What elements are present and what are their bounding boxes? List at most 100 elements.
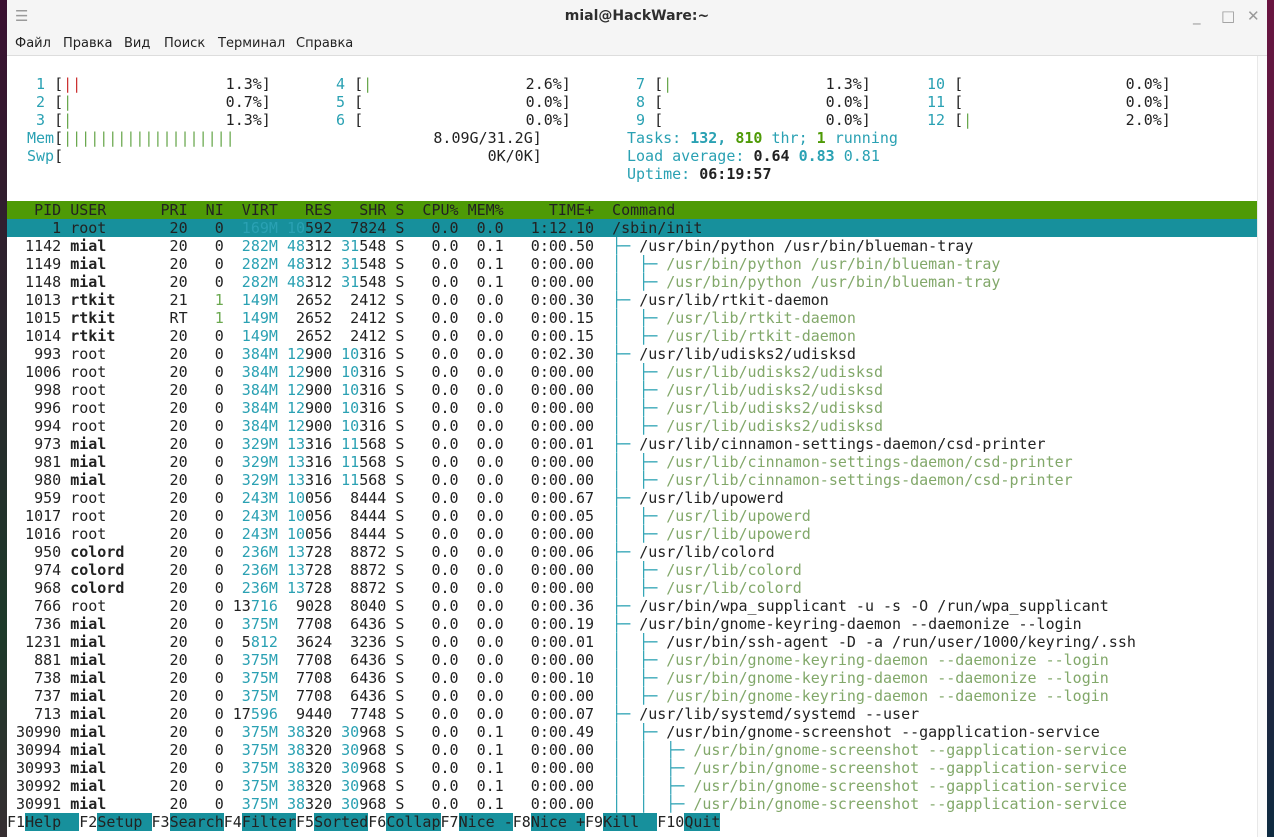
fkey-f3[interactable]: F3	[151, 813, 170, 831]
pid: 1014	[7, 327, 71, 345]
cpu-percent: 1.3%]	[81, 75, 271, 93]
cpu-meter: 1 [|| 1.3%]	[27, 75, 271, 93]
process-row[interactable]: 881 mial 20 0 375M 7708 6436 S 0.0 0.0 0…	[7, 651, 1109, 669]
fkey-label-f1[interactable]: Help	[25, 813, 80, 831]
time: 0:00.00	[503, 273, 604, 291]
process-row[interactable]: 993 root 20 0 384M 12900 10316 S 0.0 0.0…	[7, 345, 856, 363]
shr-tail: 968	[359, 741, 387, 759]
process-row[interactable]: 737 mial 20 0 375M 7708 6436 S 0.0 0.0 0…	[7, 687, 1109, 705]
fkey-label-f4[interactable]: Filter	[241, 813, 296, 831]
load-5min: 0.83	[798, 147, 844, 165]
pid: 736	[7, 615, 71, 633]
maximize-icon[interactable]: □	[1221, 6, 1235, 26]
priority: 20	[151, 777, 188, 795]
process-row[interactable]: 998 root 20 0 384M 12900 10316 S 0.0 0.0…	[7, 381, 883, 399]
process-row[interactable]: 973 mial 20 0 329M 13316 11568 S 0.0 0.0…	[7, 435, 1046, 453]
process-row[interactable]: 1014 rtkit 20 0 149M 2652 2412 S 0.0 0.0…	[7, 327, 856, 345]
process-row[interactable]: 950 colord 20 0 236M 13728 8872 S 0.0 0.…	[7, 543, 775, 561]
column-header[interactable]: PID USER PRI NI VIRT RES SHR S CPU% MEM%…	[7, 201, 675, 219]
menu-help[interactable]: Справка	[296, 36, 353, 51]
scrollbar[interactable]	[1257, 56, 1267, 837]
process-row[interactable]: 1 root 20 0 169M 10592 7824 S 0.0 0.0 1:…	[7, 219, 702, 237]
fkey-f7[interactable]: F7	[440, 813, 459, 831]
time: 0:00.00	[503, 453, 604, 471]
fkey-f10[interactable]: F10	[657, 813, 685, 831]
time: 0:00.00	[503, 741, 604, 759]
fkey-f2[interactable]: F2	[79, 813, 98, 831]
process-row[interactable]: 1017 root 20 0 243M 10056 8444 S 0.0 0.0…	[7, 507, 811, 525]
nice: 0	[187, 705, 224, 723]
fkey-f1[interactable]: F1	[7, 813, 26, 831]
process-row[interactable]: 1148 mial 20 0 282M 48312 31548 S 0.0 0.…	[7, 273, 1000, 291]
process-row[interactable]: 30992 mial 20 0 375M 38320 30968 S 0.0 0…	[7, 777, 1127, 795]
fkey-f6[interactable]: F6	[368, 813, 387, 831]
fkey-f9[interactable]: F9	[585, 813, 604, 831]
title-bar[interactable]: ☰ mial@HackWare:~ _ □ ✕	[7, 0, 1267, 33]
process-row[interactable]: 968 colord 20 0 236M 13728 8872 S 0.0 0.…	[7, 579, 802, 597]
process-row[interactable]: 959 root 20 0 243M 10056 8444 S 0.0 0.0 …	[7, 489, 784, 507]
cpu-number: 10	[927, 75, 955, 93]
menu-terminal[interactable]: Терминал	[218, 36, 285, 51]
user: rtkit	[70, 327, 152, 345]
process-row[interactable]: 1149 mial 20 0 282M 48312 31548 S 0.0 0.…	[7, 255, 1000, 273]
fkey-label-f7[interactable]: Nice -	[458, 813, 513, 831]
priority: 20	[151, 651, 188, 669]
state: S	[386, 309, 414, 327]
pid: 974	[7, 561, 71, 579]
minimize-icon[interactable]: _	[1193, 6, 1201, 26]
menu-file[interactable]: Файл	[15, 36, 51, 51]
process-row[interactable]: 713 mial 20 0 17596 9440 7748 S 0.0 0.0 …	[7, 705, 919, 723]
meter-bracket: [	[54, 93, 64, 111]
pid: 1148	[7, 273, 71, 291]
fkey-f5[interactable]: F5	[296, 813, 315, 831]
fkey-label-f5[interactable]: Sorted	[314, 813, 369, 831]
process-row[interactable]: 1016 root 20 0 243M 10056 8444 S 0.0 0.0…	[7, 525, 811, 543]
tree-branch: ├─	[603, 705, 640, 723]
res: 12	[277, 345, 306, 363]
priority: 20	[151, 507, 188, 525]
menu-search[interactable]: Поиск	[164, 36, 205, 51]
menu-edit[interactable]: Правка	[63, 36, 112, 51]
process-row[interactable]: 738 mial 20 0 375M 7708 6436 S 0.0 0.0 0…	[7, 669, 1109, 687]
process-row[interactable]: 30994 mial 20 0 375M 38320 30968 S 0.0 0…	[7, 741, 1127, 759]
process-row[interactable]: 1013 rtkit 21 1 149M 2652 2412 S 0.0 0.0…	[7, 291, 829, 309]
close-icon[interactable]: ✕	[1247, 6, 1260, 26]
process-row[interactable]: 766 root 20 0 13716 9028 8040 S 0.0 0.0 …	[7, 597, 1109, 615]
process-row[interactable]: 1015 rtkit RT 1 149M 2652 2412 S 0.0 0.0…	[7, 309, 856, 327]
fkey-label-f2[interactable]: Setup	[97, 813, 152, 831]
shr-tail: 548	[359, 237, 387, 255]
threads-count: 810	[735, 129, 763, 147]
process-row[interactable]: 981 mial 20 0 329M 13316 11568 S 0.0 0.0…	[7, 453, 1073, 471]
fkey-label-f6[interactable]: Collap	[386, 813, 441, 831]
process-row[interactable]: 1142 mial 20 0 282M 48312 31548 S 0.0 0.…	[7, 237, 973, 255]
user: root	[70, 489, 152, 507]
command: /usr/bin/gnome-screenshot --gapplication…	[666, 723, 1100, 741]
process-row[interactable]: 974 colord 20 0 236M 13728 8872 S 0.0 0.…	[7, 561, 802, 579]
process-row[interactable]: 996 root 20 0 384M 12900 10316 S 0.0 0.0…	[7, 399, 883, 417]
tasks-count: 132,	[690, 129, 736, 147]
virt: 384M	[223, 345, 278, 363]
process-row[interactable]: 30990 mial 20 0 375M 38320 30968 S 0.0 0…	[7, 723, 1100, 741]
cpu-meter: 6 [ 0.0%]	[327, 111, 571, 129]
cpu-percent: 0.0	[413, 507, 468, 525]
process-row[interactable]: 30993 mial 20 0 375M 38320 30968 S 0.0 0…	[7, 759, 1127, 777]
meter-bracket: [	[954, 93, 964, 111]
res-tail: 320	[305, 795, 333, 813]
fkey-f4[interactable]: F4	[223, 813, 242, 831]
res-tail: 056	[305, 489, 333, 507]
menu-view[interactable]: Вид	[124, 36, 150, 51]
fkey-label-f8[interactable]: Nice +	[530, 813, 585, 831]
process-row[interactable]: 994 root 20 0 384M 12900 10316 S 0.0 0.0…	[7, 417, 883, 435]
fkey-label-f3[interactable]: Search	[169, 813, 224, 831]
process-row[interactable]: 736 mial 20 0 375M 7708 6436 S 0.0 0.0 0…	[7, 615, 1082, 633]
process-row[interactable]: 980 mial 20 0 329M 13316 11568 S 0.0 0.0…	[7, 471, 1073, 489]
virt: 282M	[223, 255, 278, 273]
process-row[interactable]: 1231 mial 20 0 5812 3624 3236 S 0.0 0.0 …	[7, 633, 1136, 651]
priority: 20	[151, 273, 188, 291]
fkey-label-f9[interactable]: Kill	[603, 813, 658, 831]
process-row[interactable]: 1006 root 20 0 384M 12900 10316 S 0.0 0.…	[7, 363, 883, 381]
fkey-f8[interactable]: F8	[512, 813, 531, 831]
process-row[interactable]: 30991 mial 20 0 375M 38320 30968 S 0.0 0…	[7, 795, 1127, 813]
fkey-label-f10[interactable]: Quit	[684, 813, 721, 831]
meter-bracket: [	[954, 75, 964, 93]
